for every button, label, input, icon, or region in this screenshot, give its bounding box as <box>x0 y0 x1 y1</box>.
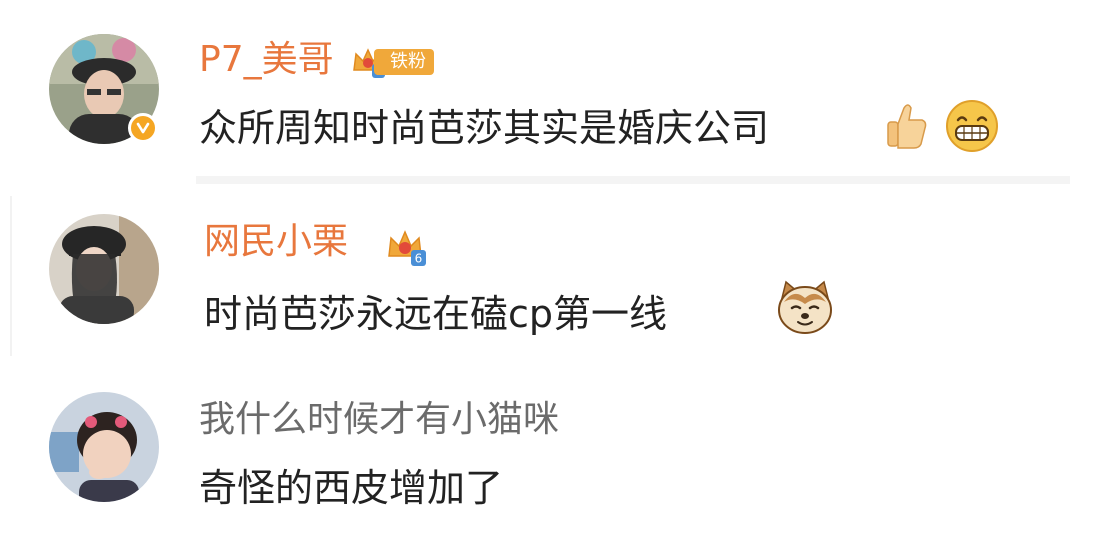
grin-icon <box>944 98 1000 158</box>
comment-item: 我什么时候才有小猫咪 奇怪的西皮增加了 <box>0 380 1117 543</box>
badge-label: 铁粉 <box>374 49 434 75</box>
username[interactable]: 我什么时候才有小猫咪 <box>199 398 559 442</box>
badge-level: 6 <box>415 252 423 266</box>
thumbs-up-icon <box>884 100 928 156</box>
comment-item: P7_美哥 6 铁粉 众所周知时尚芭莎其实是婚庆公司 <box>0 0 1117 185</box>
comment-text: 时尚芭莎永远在磕cp第一线 <box>204 292 668 336</box>
crown-icon: 6 <box>388 230 426 266</box>
fan-badge[interactable]: 6 铁粉 <box>350 44 434 80</box>
avatar[interactable] <box>49 392 159 502</box>
avatar-image-icon <box>49 214 159 324</box>
cat-face-icon <box>776 280 834 340</box>
avatar-image-icon <box>49 392 159 502</box>
verified-icon <box>128 113 158 143</box>
comment-text: 奇怪的西皮增加了 <box>199 466 504 510</box>
username[interactable]: 网民小栗 <box>204 220 348 264</box>
comment-text: 众所周知时尚芭莎其实是婚庆公司 <box>199 106 770 150</box>
comment-item: 网民小栗 6 时尚芭莎永远在磕cp第一线 <box>0 196 1117 356</box>
divider <box>196 176 1070 184</box>
fan-badge[interactable]: 6 <box>385 226 429 268</box>
username[interactable]: P7_美哥 <box>199 38 334 82</box>
avatar[interactable] <box>49 214 159 324</box>
